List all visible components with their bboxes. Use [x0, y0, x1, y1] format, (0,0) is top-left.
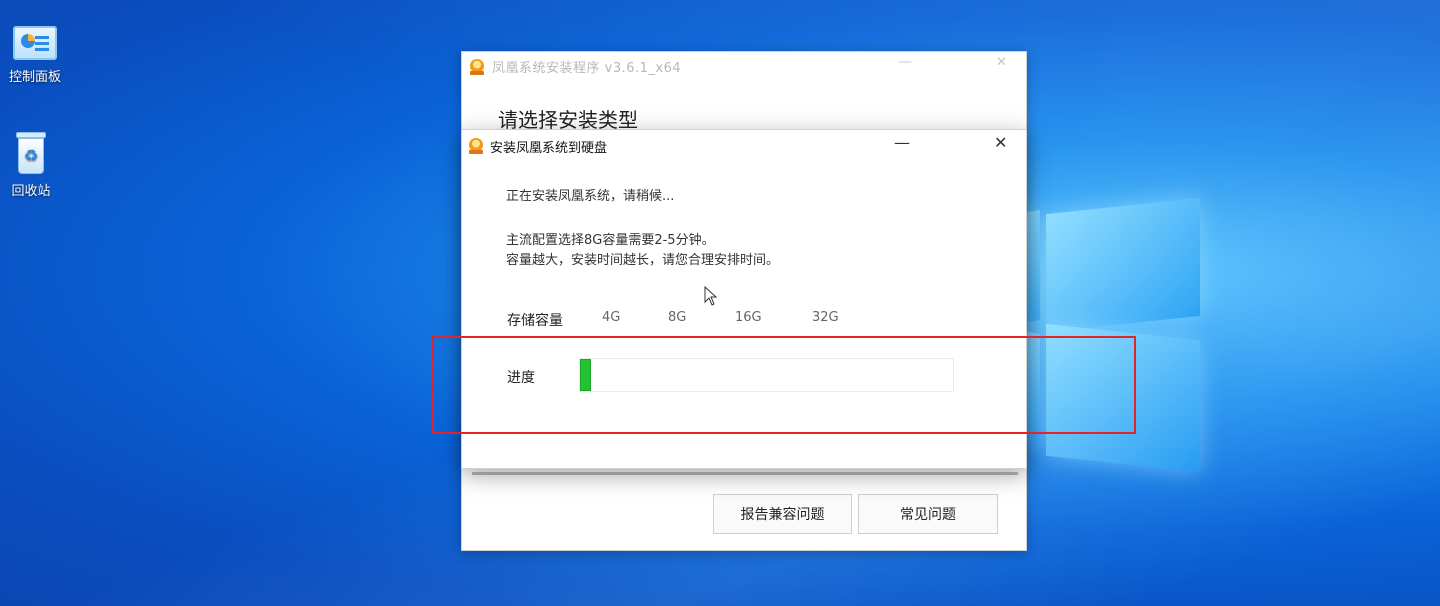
report-compat-button[interactable]: 报告兼容问题	[713, 494, 852, 534]
tip-text: 主流配置选择8G容量需要2-5分钟。	[506, 233, 715, 248]
app-logo-icon	[470, 59, 484, 75]
capacity-option-4g[interactable]: 4G	[602, 310, 620, 325]
control-panel-icon	[13, 26, 57, 60]
installer-window-title: 凤凰系统安装程序 v3.6.1_x64	[492, 61, 682, 76]
desktop-icon-label: 回收站	[11, 184, 51, 199]
highlight-box	[432, 336, 1136, 434]
app-logo-icon	[469, 138, 483, 154]
desktop-icon-label: 控制面板	[8, 70, 61, 85]
tip-text: 容量越大，安装时间越长，请您合理安排时间。	[506, 253, 780, 268]
close-icon[interactable]: ✕	[994, 133, 1007, 152]
recycle-bin-icon: ♻	[14, 132, 48, 174]
capacity-option-32g[interactable]: 32G	[812, 310, 839, 325]
desktop-icon-control-panel[interactable]: 控制面板	[0, 26, 70, 85]
minimize-icon[interactable]: —	[894, 133, 910, 152]
divider	[472, 472, 1018, 475]
desktop-icon-recycle-bin[interactable]: ♻ 回收站	[0, 132, 66, 199]
capacity-option-16g[interactable]: 16G	[735, 310, 762, 325]
capacity-label: 存储容量	[507, 313, 563, 329]
dialog-title: 安装凤凰系统到硬盘	[490, 141, 608, 156]
faq-button[interactable]: 常见问题	[858, 494, 998, 534]
status-text: 正在安装凤凰系统，请稍候...	[506, 189, 675, 204]
capacity-option-8g[interactable]: 8G	[668, 310, 686, 325]
minimize-icon[interactable]: —	[898, 54, 912, 70]
mouse-cursor-icon	[704, 286, 718, 306]
close-icon[interactable]: ✕	[996, 55, 1007, 70]
